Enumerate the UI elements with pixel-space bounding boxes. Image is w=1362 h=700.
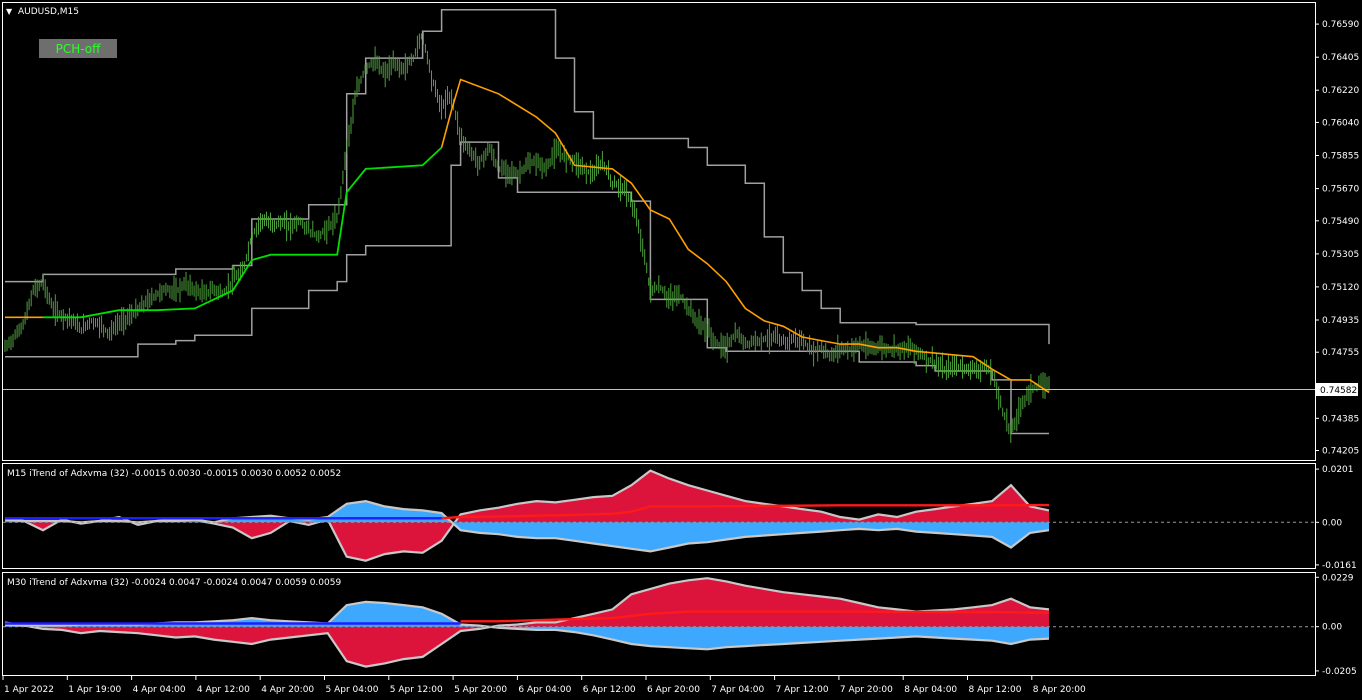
y-tick-label: 0.0229 [1322,573,1354,583]
pch-off-label: PCH-off [56,42,102,56]
x-tick-label: 1 Apr 2022 [4,685,54,695]
y-tick-label: 0.76220 [1322,86,1359,96]
y-tick-label: 0.00 [1322,623,1342,633]
x-tick-label: 4 Apr 20:00 [261,685,314,695]
x-tick-label: 6 Apr 12:00 [583,685,636,695]
y-tick-label: 0.74385 [1322,414,1359,424]
x-tick-label: 8 Apr 20:00 [1033,685,1086,695]
x-tick-label: 1 Apr 19:00 [68,685,121,695]
y-tick-label: -0.0205 [1322,667,1357,677]
y-tick-label: 0.75305 [1322,250,1359,260]
current-price-label: 0.74582 [1320,386,1357,396]
x-tick-label: 6 Apr 20:00 [647,685,700,695]
y-tick-label: 0.74205 [1322,447,1359,457]
y-tick-label: 0.00 [1322,518,1342,528]
x-tick-label: 7 Apr 04:00 [711,685,764,695]
y-tick-label: 0.74755 [1322,348,1359,358]
y-tick-label: 0.76590 [1322,20,1359,30]
y-tick-label: 0.76040 [1322,118,1359,128]
x-tick-label: 6 Apr 04:00 [518,685,571,695]
x-tick-label: 5 Apr 20:00 [454,685,507,695]
trading-chart[interactable]: 0.76590 0.76405 0.76220 0.76040 0.75855 0.756… [0,0,1362,700]
y-tick-label: 0.75490 [1322,217,1359,227]
x-tick-label: 5 Apr 12:00 [390,685,443,695]
y-tick-label: 0.74935 [1322,316,1359,326]
x-tick-label: 8 Apr 12:00 [969,685,1022,695]
y-tick-label: 0.76405 [1322,53,1359,63]
x-tick-label: 7 Apr 20:00 [840,685,893,695]
x-tick-label: 4 Apr 04:00 [133,685,186,695]
x-tick-label: 8 Apr 04:00 [904,685,957,695]
x-tick-label: 7 Apr 12:00 [776,685,829,695]
m15-indicator-title: M15 iTrend of Adxvma (32) -0.0015 0.0030… [7,469,341,479]
x-tick-label: 5 Apr 04:00 [326,685,379,695]
symbol-title: AUDUSD,M15 [18,7,79,17]
y-tick-label: 0.75855 [1322,152,1359,162]
y-tick-label: -0.0161 [1322,561,1357,571]
m30-indicator-title: M30 iTrend of Adxvma (32) -0.0024 0.0047… [7,578,341,588]
dropdown-arrow-icon[interactable]: ▼ [6,7,13,16]
pch-off-button[interactable]: PCH-off [39,39,117,58]
y-tick-label: 0.75120 [1322,283,1359,293]
x-tick-label: 4 Apr 12:00 [197,685,250,695]
y-tick-label: 0.0201 [1322,465,1354,475]
y-tick-label: 0.75670 [1322,185,1359,195]
